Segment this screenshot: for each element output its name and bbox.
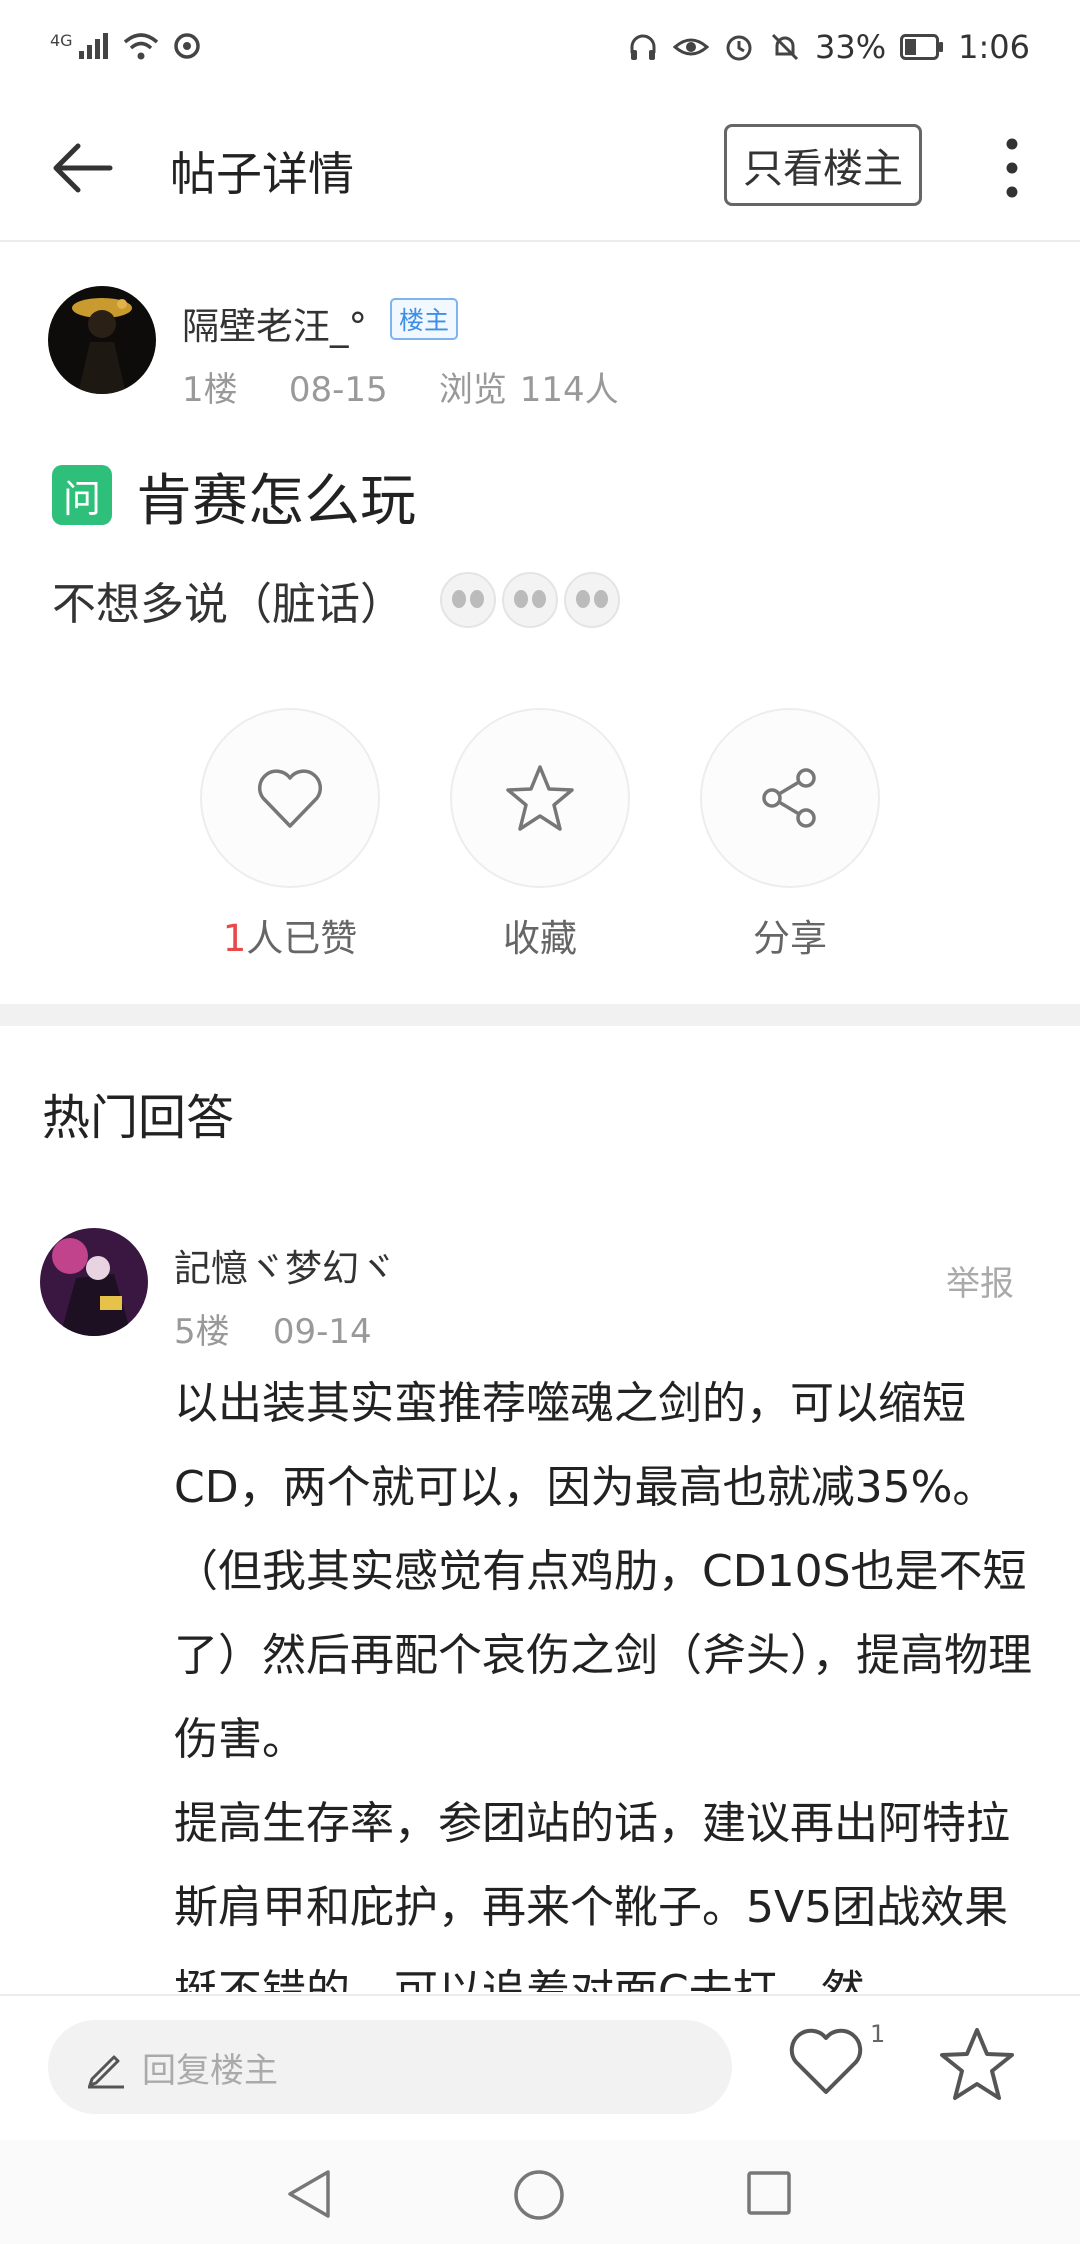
answer-paragraph: 提高生存率，参团站的话，建议再出阿特拉斯肩甲和庇护，再来个靴子。5V5团战效果挺… xyxy=(174,1798,1010,1992)
battery-icon xyxy=(900,34,944,60)
like-count: 1 xyxy=(222,917,247,960)
nav-back-icon[interactable] xyxy=(284,2168,334,2220)
answer-floor: 5楼 xyxy=(174,1312,230,1352)
like-label: 1人已赞 xyxy=(160,908,420,962)
answer-meta: 5楼 09-14 xyxy=(174,1304,372,1353)
pencil-icon xyxy=(88,2055,124,2089)
alarm-icon xyxy=(726,35,752,61)
favorite-button[interactable] xyxy=(450,708,630,888)
nav-home-icon[interactable] xyxy=(512,2168,566,2222)
answer-date: 09-14 xyxy=(272,1312,372,1352)
wifi-icon xyxy=(123,33,158,60)
skull-emoji-icon xyxy=(564,572,620,628)
question-tag-icon: 问 xyxy=(52,465,112,525)
heart-icon xyxy=(257,769,323,828)
nav-recents-icon[interactable] xyxy=(746,2170,792,2216)
like-button[interactable] xyxy=(200,708,380,888)
bottom-reply-bar: 回复楼主 1 xyxy=(0,1994,1080,2142)
share-label: 分享 xyxy=(753,917,827,960)
owner-badge: 楼主 xyxy=(390,298,459,340)
status-left: 4G xyxy=(50,30,203,62)
page-title: 帖子详情 xyxy=(170,147,354,201)
bottom-like-icon[interactable] xyxy=(788,2026,864,2096)
system-nav-bar xyxy=(0,2140,1080,2244)
author-name[interactable]: 隔壁老汪_° xyxy=(182,296,367,350)
hot-answers-title: 热门回答 xyxy=(42,1090,235,1146)
answer-author-avatar[interactable] xyxy=(40,1228,148,1336)
signal-icon xyxy=(78,33,108,59)
reply-input[interactable]: 回复楼主 xyxy=(48,2020,732,2114)
post-date: 08-15 xyxy=(288,370,388,410)
author-avatar[interactable] xyxy=(48,286,156,394)
battery-percent: 33% xyxy=(815,28,887,66)
post-meta: 1楼 08-15 浏览 114人 xyxy=(182,362,619,411)
post-floor: 1楼 xyxy=(182,370,238,410)
answer-paragraph: 以出装其实蛮推荐噬魂之剑的，可以缩短CD，两个就可以，因为最高也就减35%。（但… xyxy=(174,1378,1032,1765)
post-views: 浏览 114人 xyxy=(438,370,619,410)
star-icon xyxy=(506,765,574,831)
more-options-icon[interactable] xyxy=(1000,136,1024,200)
top-app-bar: 帖子详情 只看楼主 xyxy=(0,96,1080,242)
share-icon xyxy=(762,768,816,828)
skull-emoji-icon xyxy=(502,572,558,628)
answer-body: 以出装其实蛮推荐噬魂之剑的，可以缩短CD，两个就可以，因为最高也就减35%。（但… xyxy=(174,1362,1034,1992)
like-label-suffix: 人已赞 xyxy=(246,917,358,960)
eye-icon xyxy=(673,38,710,56)
headphone-icon xyxy=(630,34,656,60)
report-link[interactable]: 举报 xyxy=(946,1256,1014,1305)
skull-emoji-icon xyxy=(440,572,496,628)
back-arrow-icon[interactable] xyxy=(50,140,114,196)
mute-bell-icon xyxy=(771,33,799,61)
network-label: 4G xyxy=(50,30,73,50)
share-button[interactable] xyxy=(700,708,880,888)
sync-icon xyxy=(173,33,200,59)
post-title: 肯赛怎么玩 xyxy=(136,469,416,534)
owner-only-button[interactable]: 只看楼主 xyxy=(724,124,922,206)
answer-author-name[interactable]: 記憶ヾ梦幻ヾ xyxy=(174,1238,396,1292)
post-body-text: 不想多说（脏话） xyxy=(52,579,404,630)
bottom-star-icon[interactable] xyxy=(938,2026,1016,2102)
status-bar: 4G 33% 1:06 xyxy=(0,0,1080,96)
favorite-label: 收藏 xyxy=(503,917,577,960)
clock: 1:06 xyxy=(958,28,1030,66)
bottom-like-count: 1 xyxy=(870,2020,886,2048)
section-divider xyxy=(0,1004,1080,1026)
reply-placeholder: 回复楼主 xyxy=(142,2050,278,2091)
post-body: 不想多说（脏话） xyxy=(52,568,620,632)
status-right: 33% 1:06 xyxy=(627,28,1030,66)
